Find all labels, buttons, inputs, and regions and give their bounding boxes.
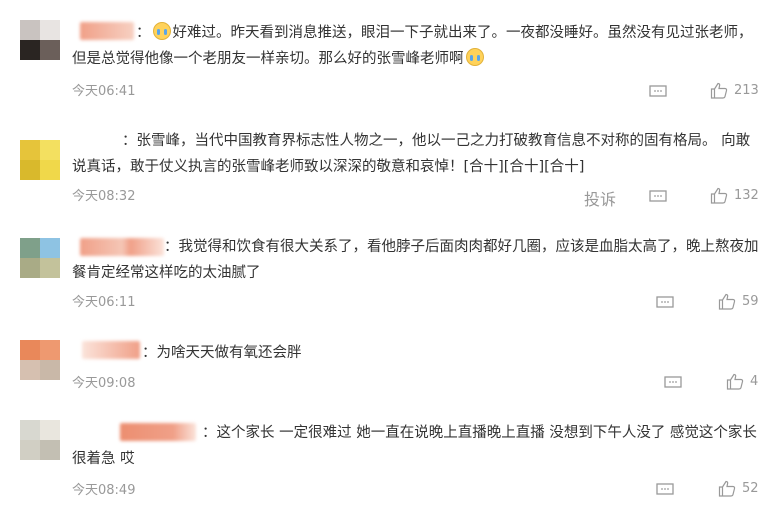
comment-text: ：我觉得和饮食有很大关系了，看他脖子后面肉肉都好几圈，应该是血脂太高了，晚上熬夜… — [72, 239, 759, 281]
comment-bubble-icon[interactable] — [649, 190, 667, 204]
comment-time: 今天06:41 — [72, 84, 136, 99]
thumbs-up-icon — [726, 373, 744, 390]
like-count: 132 — [734, 188, 759, 203]
comment-time: 今天06:11 — [72, 295, 136, 310]
comment-time: 今天09:08 — [72, 376, 136, 391]
comment-bubble-icon[interactable] — [664, 376, 682, 390]
thumbs-up-icon — [710, 187, 728, 204]
avatar[interactable] — [20, 238, 60, 278]
like-count: 59 — [742, 294, 759, 309]
thumbs-up-icon — [718, 480, 736, 497]
avatar[interactable] — [20, 20, 60, 60]
like-button[interactable]: 213 — [710, 82, 759, 99]
like-button[interactable]: 52 — [718, 480, 759, 497]
thumbs-up-icon — [718, 293, 736, 310]
crying-face-icon — [465, 48, 484, 66]
like-button[interactable]: 59 — [718, 293, 759, 310]
comment-bubble-icon[interactable] — [656, 296, 674, 310]
comment-time: 今天08:49 — [72, 483, 136, 498]
crying-face-icon — [152, 22, 171, 40]
like-count: 52 — [742, 481, 759, 496]
avatar[interactable] — [20, 420, 60, 460]
like-count: 4 — [750, 374, 759, 389]
comment-text: ：张雪峰，当代中国教育界标志性人物之一，他以一己之力打破教育信息不对称的固有格局… — [72, 133, 751, 175]
avatar[interactable] — [20, 340, 60, 380]
like-count: 213 — [734, 83, 759, 98]
comment-text: ：这个家长 一定很难过 她一直在说晚上直播晚上直播 没想到下午人没了 感觉这个家… — [72, 425, 757, 467]
like-button[interactable]: 4 — [726, 373, 758, 390]
like-button[interactable]: 132 — [710, 187, 759, 204]
comment-text: ：好难过。昨天看到消息推送，眼泪一下子就出来了。一夜都没睡好。虽然没有见过张老师… — [72, 20, 762, 72]
comment-bubble-icon[interactable] — [649, 85, 667, 99]
avatar[interactable] — [20, 140, 60, 180]
comment-text: ：为啥天天做有氧还会胖 — [142, 345, 302, 361]
thumbs-up-icon — [710, 82, 728, 99]
comment-bubble-icon[interactable] — [656, 483, 674, 497]
report-button[interactable]: 投诉 — [584, 186, 616, 210]
comment-time: 今天08:32 — [72, 189, 136, 204]
